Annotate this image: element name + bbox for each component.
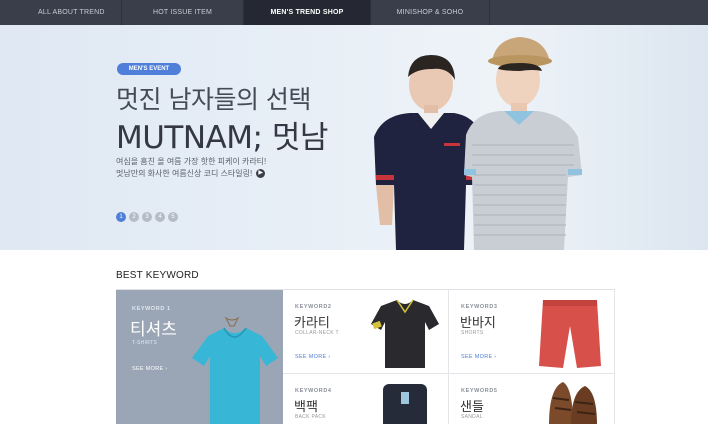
see-more-link[interactable]: SEE MORE › xyxy=(132,366,167,372)
see-more-link[interactable]: SEE MORE › xyxy=(295,354,330,360)
keyword-name: 티셔츠 xyxy=(130,320,177,340)
keyword-item-collar[interactable]: KEYWORD2 카라티 COLLAR-NECK T SEE MORE › xyxy=(283,290,449,374)
polo-image xyxy=(371,299,439,368)
keyword-name: 반바지 xyxy=(460,316,496,331)
shorts-image xyxy=(539,300,601,368)
keyword-label: KEYWORD 1 xyxy=(132,306,171,312)
slide-dot-2[interactable]: 2 xyxy=(129,212,139,222)
tab-mens-trend-shop[interactable]: MEN'S TREND SHOP xyxy=(244,0,371,25)
hero-title-korean: 멋진 남자들의 선택 xyxy=(116,85,311,114)
keyword-label: KEYWORD5 xyxy=(461,388,498,394)
tab-all-about-trend[interactable]: ALL ABOUT TREND xyxy=(0,0,122,25)
tab-spacer xyxy=(490,0,708,25)
models-photo xyxy=(374,37,582,250)
event-badge: MEN'S EVENT xyxy=(117,63,181,75)
keyword-label: KEYWORD4 xyxy=(295,388,332,394)
see-more-link[interactable]: SEE MORE › xyxy=(461,354,496,360)
keyword-name: 백팩 xyxy=(294,400,318,415)
hero-desc-text: 멋남만의 화사한 여름신상 코디 스타일링! xyxy=(116,169,253,178)
slide-dot-5[interactable]: 5 xyxy=(168,212,178,222)
hero-title: MUTNAM; 멋남 xyxy=(116,120,328,156)
sandal-image xyxy=(549,382,597,424)
slide-dot-4[interactable]: 4 xyxy=(155,212,165,222)
hero-banner[interactable]: MEN'S EVENT 멋진 남자들의 선택 MUTNAM; 멋남 여심을 훔친… xyxy=(0,25,708,250)
model-right xyxy=(464,37,582,250)
best-keyword-title: BEST KEYWORD xyxy=(116,270,199,281)
keyword-grid: KEYWORD 1 티셔츠 T-SHIRTS SEE MORE › KEYWOR… xyxy=(116,289,615,424)
tab-minishop-soho[interactable]: MINISHOP & SOHO xyxy=(371,0,490,25)
keyword-name: 카라티 xyxy=(294,316,330,331)
keyword-sub: COLLAR-NECK T xyxy=(295,330,339,336)
slide-dot-1[interactable]: 1 xyxy=(116,212,126,222)
keyword-sub: T-SHIRTS xyxy=(132,340,158,346)
keyword-sub: SHORTS xyxy=(461,330,484,336)
backpack-image xyxy=(383,384,427,424)
slide-pagination: 1 2 3 4 5 xyxy=(116,212,178,222)
top-navigation: ALL ABOUT TREND HOT ISSUE ITEM MEN'S TRE… xyxy=(0,0,708,25)
keyword-sub: SANDAL xyxy=(461,414,483,420)
slide-dot-3[interactable]: 3 xyxy=(142,212,152,222)
hero-desc-line2[interactable]: 멋남만의 화사한 여름신상 코디 스타일링! ▶ xyxy=(116,168,266,180)
keyword-item-sandal[interactable]: KEYWORD5 샌들 SANDAL xyxy=(449,374,615,424)
tab-hot-issue-item[interactable]: HOT ISSUE ITEM xyxy=(122,0,244,25)
keyword-name: 샌들 xyxy=(460,400,484,415)
keyword-label: KEYWORD2 xyxy=(295,304,332,310)
arrow-right-icon[interactable]: ▶ xyxy=(256,169,266,179)
tshirt-image xyxy=(192,316,278,424)
keyword-label: KEYWORD3 xyxy=(461,304,498,310)
keyword-main-tshirts[interactable]: KEYWORD 1 티셔츠 T-SHIRTS SEE MORE › xyxy=(116,290,283,424)
hero-description: 여심을 훔친 올 여름 가장 핫한 피케이 카라티! 멋남만의 화사한 여름신상… xyxy=(116,156,266,180)
hero-desc-line1: 여심을 훔친 올 여름 가장 핫한 피케이 카라티! xyxy=(116,157,267,166)
keyword-item-shorts[interactable]: KEYWORD3 반바지 SHORTS SEE MORE › xyxy=(449,290,615,374)
keyword-sub: BACK PACK xyxy=(295,414,326,420)
keyword-item-backpack[interactable]: KEYWORD4 백팩 BACK PACK xyxy=(283,374,449,424)
